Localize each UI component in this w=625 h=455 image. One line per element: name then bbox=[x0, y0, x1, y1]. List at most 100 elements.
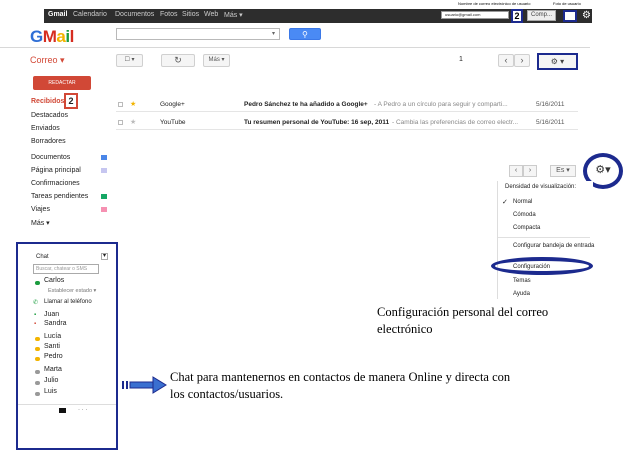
label-color-swatch bbox=[101, 194, 107, 199]
contact-item[interactable]: Juan bbox=[44, 311, 59, 318]
inbox-count-badge: 2 bbox=[64, 93, 78, 109]
note-user-email: Nombre de correo electrónico de usuario bbox=[458, 1, 531, 6]
search-input[interactable] bbox=[116, 28, 280, 40]
next-button[interactable]: › bbox=[523, 165, 537, 177]
chat-dropdown-icon[interactable]: ▾ bbox=[101, 253, 108, 260]
chat-title: Chat bbox=[36, 254, 49, 260]
sidebar-item-more[interactable]: Más ▾ bbox=[31, 219, 50, 227]
arrow-head bbox=[152, 376, 167, 394]
gear-icon[interactable]: ⚙ bbox=[582, 10, 591, 21]
label-color-swatch bbox=[101, 168, 107, 173]
mail-sender: YouTube bbox=[160, 119, 186, 126]
status-dot bbox=[35, 392, 40, 396]
sidebar-item-starred[interactable]: Destacados bbox=[31, 112, 68, 119]
logo-letter: M bbox=[42, 27, 57, 46]
select-checkbox-button[interactable]: ☐ ▾ bbox=[116, 54, 143, 67]
star-icon[interactable]: ★ bbox=[130, 100, 136, 108]
chevron-down-icon[interactable]: ▾ bbox=[272, 30, 275, 37]
chat-search-input[interactable]: Buscar, chatear o SMS bbox=[33, 264, 99, 274]
settings-dropdown-menu: Densidad de visualización: ✓ Normal Cómo… bbox=[497, 181, 594, 299]
status-dot bbox=[35, 337, 40, 341]
more-icon[interactable]: · · · bbox=[78, 407, 87, 413]
mail-subject: Tu resumen personal de YouTube: 16 sep, … bbox=[244, 119, 390, 126]
contact-item[interactable]: Luis bbox=[44, 388, 57, 395]
table-row[interactable]: ★ YouTube Tu resumen personal de YouTube… bbox=[116, 115, 578, 130]
chat-bubble-icon[interactable] bbox=[59, 408, 66, 413]
correo-menu[interactable]: Correo ▾ bbox=[30, 55, 65, 66]
prev-page-button[interactable]: ‹ bbox=[498, 54, 514, 67]
mail-date: 5/16/2011 bbox=[536, 119, 565, 126]
mail-checkbox[interactable] bbox=[118, 120, 123, 125]
phone-icon: ✆ bbox=[33, 300, 39, 306]
density-comfortable[interactable]: Cómoda bbox=[513, 212, 536, 218]
top-link-photos[interactable]: Fotos bbox=[160, 11, 178, 18]
table-row[interactable]: ★ Google+ Pedro Sánchez te ha añadido a … bbox=[116, 97, 578, 112]
top-link-more[interactable]: Más ▾ bbox=[224, 11, 243, 19]
sidebar-item-sent[interactable]: Enviados bbox=[31, 125, 60, 132]
refresh-button[interactable]: ↻ bbox=[161, 54, 195, 67]
language-button[interactable]: Es ▾ bbox=[550, 165, 576, 177]
top-link-web[interactable]: Web bbox=[204, 11, 218, 18]
label-color-swatch bbox=[101, 155, 107, 160]
settings-button-highlighted[interactable]: ⚙ ▾ bbox=[537, 53, 578, 70]
density-normal[interactable]: Normal bbox=[513, 199, 532, 205]
sidebar-item-travel[interactable]: Viajes bbox=[31, 206, 50, 213]
set-status-menu[interactable]: Establecer estado ▾ bbox=[48, 288, 96, 294]
arrow-shaft bbox=[129, 381, 155, 389]
prev-button[interactable]: ‹ bbox=[509, 165, 523, 177]
mail-date: 5/16/2011 bbox=[536, 101, 565, 108]
search-icon: ⚲ bbox=[302, 30, 308, 39]
label-color-swatch bbox=[101, 207, 107, 212]
contact-item[interactable]: Julio bbox=[44, 377, 58, 384]
compose-button[interactable]: REDACTAR bbox=[33, 76, 91, 90]
user-email-field[interactable]: usuario@gmail.com bbox=[441, 11, 509, 19]
call-phone-link[interactable]: Llamar al teléfono bbox=[44, 299, 92, 305]
contact-item[interactable]: Lucía bbox=[44, 333, 61, 340]
search-button[interactable]: ⚲ bbox=[289, 28, 321, 40]
video-icon: ▪ bbox=[34, 321, 37, 327]
star-icon[interactable]: ★ bbox=[130, 118, 136, 126]
chat-footer-divider bbox=[18, 404, 116, 405]
top-bar: Gmail Calendario Documentos Fotos Sitios… bbox=[44, 9, 592, 23]
header-divider bbox=[0, 47, 590, 48]
status-dot bbox=[35, 357, 40, 361]
sidebar-item-drafts[interactable]: Borradores bbox=[31, 138, 66, 145]
menu-themes[interactable]: Temas bbox=[513, 278, 531, 284]
config-annotation: Configuración personal del correo electr… bbox=[377, 305, 549, 336]
next-page-button[interactable]: › bbox=[514, 54, 530, 67]
sidebar-item-tasks[interactable]: Tareas pendientes bbox=[31, 193, 88, 200]
sidebar-item-confirmations[interactable]: Confirmaciones bbox=[31, 180, 80, 187]
check-icon: ✓ bbox=[502, 199, 508, 206]
video-icon: ▪ bbox=[34, 312, 37, 318]
arrow-tick bbox=[122, 381, 124, 389]
contact-item[interactable]: Sandra bbox=[44, 320, 67, 327]
mail-checkbox[interactable] bbox=[118, 102, 123, 107]
top-link-gmail[interactable]: Gmail bbox=[48, 11, 67, 18]
note-user-photo: Foto de usuario bbox=[553, 1, 581, 6]
arrow-annotation bbox=[122, 376, 167, 394]
compartir-button[interactable]: Comp... bbox=[527, 10, 556, 21]
menu-configure-inbox[interactable]: Configurar bandeja de entrada bbox=[513, 243, 594, 249]
number-badge-top: 2 bbox=[511, 9, 523, 23]
top-link-calendar[interactable]: Calendario bbox=[73, 11, 107, 18]
sidebar-item-inbox[interactable]: Recibidos bbox=[31, 98, 64, 105]
density-compact[interactable]: Compacta bbox=[513, 225, 540, 231]
logo-letter: G bbox=[30, 27, 43, 46]
menu-help[interactable]: Ayuda bbox=[513, 291, 530, 297]
sidebar-item-documents[interactable]: Documentos bbox=[31, 154, 70, 161]
logo-letter: l bbox=[69, 27, 75, 46]
user-photo-box[interactable] bbox=[563, 10, 577, 22]
top-link-sites[interactable]: Sitios bbox=[182, 11, 199, 18]
contact-item[interactable]: Carlos bbox=[44, 277, 64, 284]
contact-item[interactable]: Marta bbox=[44, 366, 62, 373]
status-dot bbox=[35, 281, 40, 285]
more-button[interactable]: Más ▾ bbox=[203, 54, 230, 67]
contact-item[interactable]: Pedro bbox=[44, 353, 63, 360]
settings-highlight-ring bbox=[491, 257, 593, 275]
mail-snippet: - Cambia las preferencias de correo elec… bbox=[392, 119, 519, 126]
mail-snippet: - A Pedro a un círculo para seguir y com… bbox=[374, 101, 508, 108]
menu-divider bbox=[498, 237, 590, 238]
sidebar-item-home[interactable]: Página principal bbox=[31, 167, 81, 174]
top-link-docs[interactable]: Documentos bbox=[115, 11, 154, 18]
contact-item[interactable]: Santi bbox=[44, 343, 60, 350]
